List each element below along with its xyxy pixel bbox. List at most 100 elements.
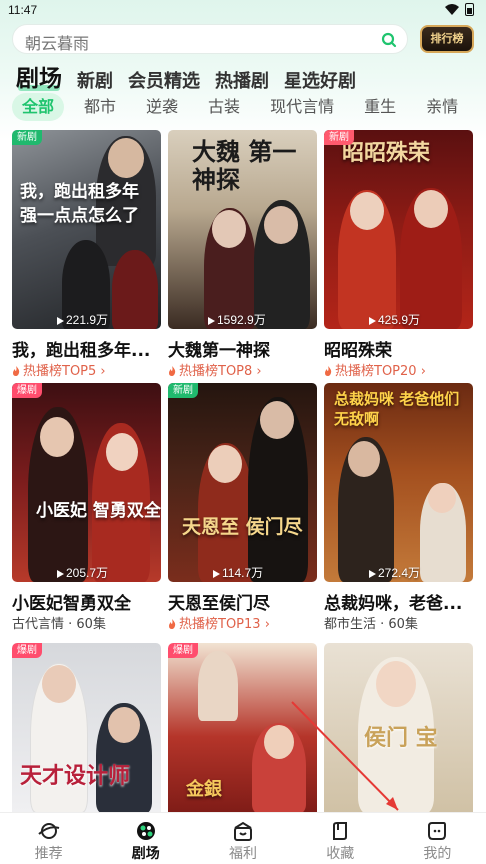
poster-title: 小医妃 智勇双全 (36, 501, 161, 521)
hot-badge: 爆剧 (12, 643, 42, 658)
view-count: 272.4万 (378, 566, 421, 580)
drama-title[interactable]: 天恩至侯门尽 (168, 589, 318, 614)
drama-poster[interactable]: 总裁妈咪 老爸他们无敌啊 272.4万 (324, 383, 473, 582)
drama-poster[interactable]: 天才设计师 爆剧 (12, 643, 161, 813)
theater-icon (136, 822, 155, 840)
category-costume[interactable]: 古装 (198, 93, 250, 121)
poster-face (428, 483, 456, 513)
nav-recommend[interactable]: 推荐 (0, 813, 97, 864)
tab-new[interactable]: 新剧 (77, 67, 113, 93)
poster-face (106, 433, 138, 471)
category-urban[interactable]: 都市 (74, 93, 126, 121)
drama-title[interactable]: 大魏第一神探 (168, 336, 318, 361)
poster-face (42, 665, 76, 703)
poster-title: 金銀 (186, 779, 222, 800)
view-count: 221.9万 (66, 313, 109, 327)
play-icon (57, 570, 64, 578)
poster-title: 天恩至 侯门尽 (182, 516, 303, 538)
genre-label: 古代言情 · 60集 (12, 617, 106, 632)
nav-theater[interactable]: 剧场 (97, 813, 194, 864)
nav-label: 我的 (423, 846, 452, 862)
nav-label: 剧场 (131, 846, 160, 862)
status-icons (445, 3, 474, 16)
poster-face (108, 707, 140, 743)
poster-face (414, 190, 448, 228)
drama-poster[interactable]: 天恩至 侯门尽 新剧 114.7万 (168, 383, 317, 582)
nav-welfare[interactable]: 福利 (194, 813, 291, 864)
status-bar: 11:47 (0, 0, 486, 22)
poster-face (264, 206, 298, 244)
view-count: 205.7万 (66, 566, 109, 580)
poster-title: 我，跑出租多年 强一点点怎么了 (20, 182, 139, 226)
rank-text: 热播榜TOP8 (179, 364, 253, 379)
bookmark-icon (333, 822, 348, 840)
status-time: 11:47 (8, 3, 38, 17)
fire-icon (169, 366, 176, 376)
category-rebirth[interactable]: 重生 (354, 93, 406, 121)
bottom-nav: 推荐 剧场 福利 收藏 我的 (0, 812, 486, 864)
play-icon (369, 570, 376, 578)
drama-title[interactable]: 总裁妈咪，老爸... (324, 589, 474, 614)
genre-label: 都市生活 · 60集 (324, 617, 418, 632)
drama-poster[interactable]: 我，跑出租多年 强一点点怎么了 新剧 221.9万 (12, 130, 161, 329)
view-count: 114.7万 (222, 566, 264, 580)
poster-figure (198, 651, 238, 721)
main-tabs: 剧场 新剧 会员精选 热播剧 星选好剧 (16, 61, 371, 93)
poster-face (350, 192, 384, 230)
drama-title[interactable]: 小医妃智勇双全 (12, 589, 162, 614)
category-comeback[interactable]: 逆袭 (136, 93, 188, 121)
fire-icon (13, 366, 20, 376)
poster-face (40, 417, 74, 457)
category-tabs: 全部 都市 逆袭 古装 现代言情 重生 亲情 (12, 93, 486, 123)
hot-badge: 爆剧 (168, 643, 198, 658)
nav-label: 收藏 (326, 846, 355, 862)
view-count: 1592.9万 (217, 313, 266, 327)
drama-poster[interactable]: 昭昭殊荣 新剧 425.9万 (324, 130, 473, 329)
planet-icon (37, 823, 59, 839)
category-all[interactable]: 全部 (12, 93, 65, 121)
annotation-arrow (291, 701, 399, 811)
play-icon (369, 317, 376, 325)
rank-button[interactable]: 排行榜 (420, 25, 474, 53)
search-row: 朝云暮雨 排行榜 (12, 24, 474, 54)
search-input[interactable]: 朝云暮雨 (12, 24, 408, 54)
search-icon[interactable] (381, 32, 397, 48)
rank-text: 热播榜TOP13 (179, 617, 261, 632)
nav-mine[interactable]: 我的 (389, 813, 486, 864)
drama-title[interactable]: 昭昭殊荣 (324, 336, 474, 361)
new-badge: 新剧 (324, 130, 354, 145)
play-icon (213, 570, 220, 578)
tab-vip[interactable]: 会员精选 (128, 67, 200, 93)
poster-face (108, 138, 144, 178)
fire-icon (325, 366, 332, 376)
poster-face (348, 441, 380, 477)
profile-icon (428, 822, 447, 840)
rank-label: 热播榜TOP20 › (324, 360, 426, 379)
new-badge: 新剧 (168, 383, 198, 398)
rank-label: 热播榜TOP8 › (168, 360, 262, 379)
drama-title[interactable]: 我，跑出租多年... (12, 336, 162, 361)
rank-text: 热播榜TOP5 (23, 364, 97, 379)
drama-poster[interactable]: 大魏 第一神探 1592.9万 (168, 130, 317, 329)
rank-text: 热播榜TOP20 (335, 364, 417, 379)
poster-face (208, 445, 242, 483)
tab-star[interactable]: 星选好剧 (284, 67, 356, 93)
view-count: 425.9万 (378, 313, 421, 327)
fire-icon (169, 619, 176, 629)
battery-icon (465, 3, 474, 16)
tab-hot[interactable]: 热播剧 (215, 67, 269, 93)
category-modern-romance[interactable]: 现代言情 (260, 93, 344, 121)
nav-favorites[interactable]: 收藏 (292, 813, 389, 864)
drama-poster[interactable]: 小医妃 智勇双全 爆剧 205.7万 (12, 383, 161, 582)
rank-label: 热播榜TOP13 › (168, 613, 270, 632)
nav-label: 福利 (229, 846, 257, 862)
search-placeholder: 朝云暮雨 (25, 34, 90, 53)
gift-icon (234, 821, 252, 841)
poster-title: 大魏 第一神探 (192, 137, 297, 194)
category-family[interactable]: 亲情 (416, 93, 468, 121)
poster-title: 总裁妈咪 老爸他们无敌啊 (334, 390, 460, 428)
tab-theater[interactable]: 剧场 (16, 59, 62, 93)
poster-title: 昭昭殊荣 (342, 140, 431, 166)
wifi-icon (445, 4, 459, 15)
hot-badge: 爆剧 (12, 383, 42, 398)
